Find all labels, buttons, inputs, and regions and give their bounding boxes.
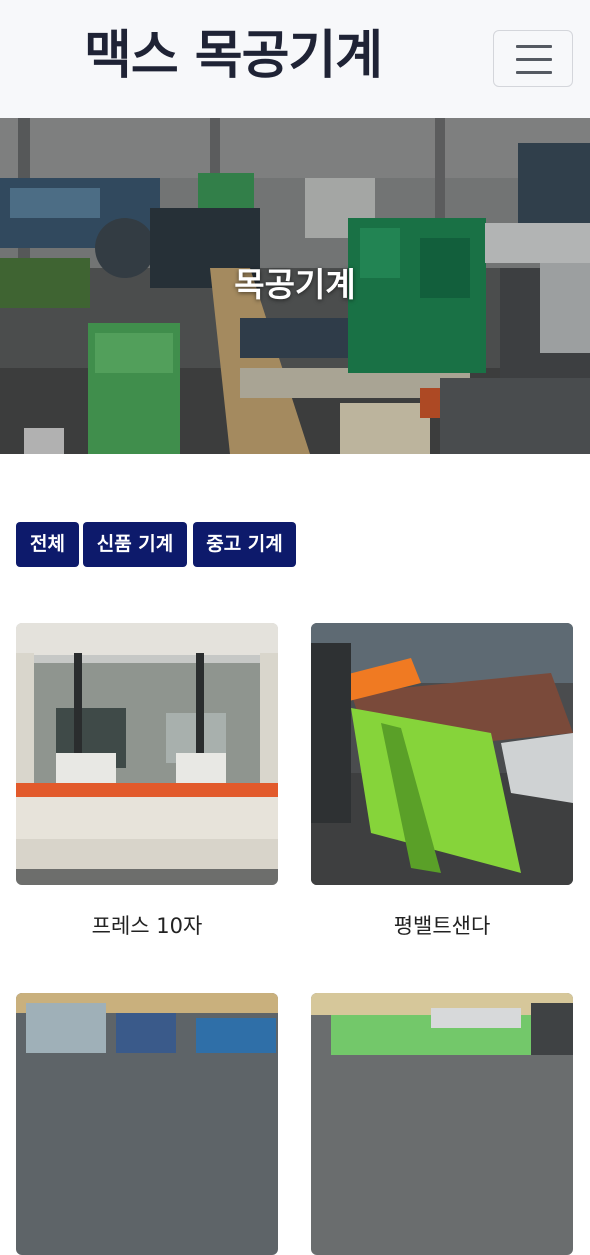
brand-title[interactable]: 맥스 목공기계 [84,22,383,90]
filter-new-machine-button[interactable]: 신품 기계 [83,522,187,567]
hero-title: 목공기계 [234,265,356,304]
product-card[interactable]: 프레스 10자 [16,623,278,943]
product-name[interactable]: 프레스 10자 [16,910,278,940]
product-image[interactable] [311,623,573,885]
product-name[interactable]: 평밸트샌다 [311,910,573,940]
menu-toggle-button[interactable] [493,30,573,87]
product-image[interactable] [16,993,278,1255]
navbar: 맥스 목공기계 [0,0,590,118]
product-image[interactable] [16,623,278,885]
product-card[interactable] [311,993,573,1255]
filter-all-button[interactable]: 전체 [16,522,79,567]
product-card[interactable] [16,993,278,1255]
filter-used-machine-button[interactable]: 중고 기계 [193,522,296,567]
hero-banner: 목공기계 [0,118,590,454]
product-card[interactable]: 평밸트샌다 [311,623,573,943]
product-image[interactable] [311,993,573,1255]
